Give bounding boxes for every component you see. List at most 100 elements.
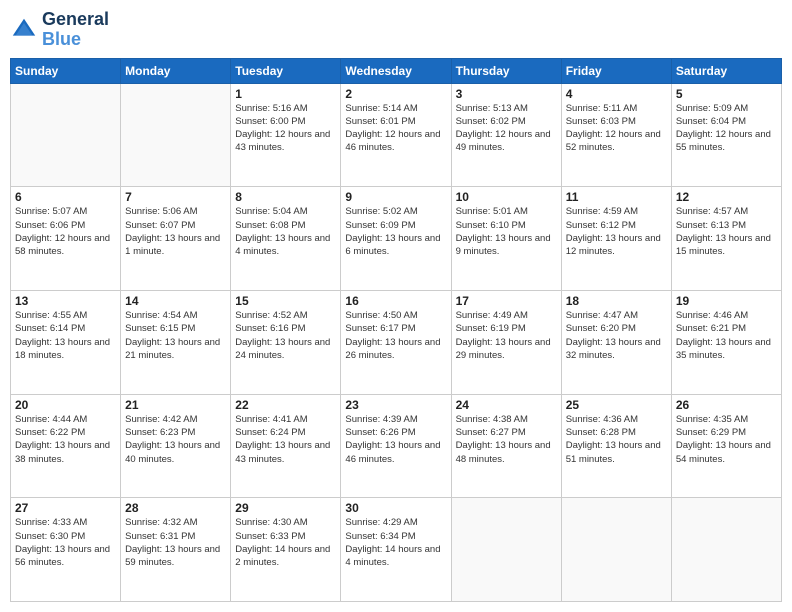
day-number: 15 [235, 294, 336, 308]
day-number: 8 [235, 190, 336, 204]
day-number: 28 [125, 501, 226, 515]
day-of-week-header: Wednesday [341, 58, 451, 83]
calendar-day-cell: 7Sunrise: 5:06 AM Sunset: 6:07 PM Daylig… [121, 187, 231, 291]
day-number: 4 [566, 87, 667, 101]
calendar-week-row: 1Sunrise: 5:16 AM Sunset: 6:00 PM Daylig… [11, 83, 782, 187]
day-of-week-header: Friday [561, 58, 671, 83]
day-info: Sunrise: 4:57 AM Sunset: 6:13 PM Dayligh… [676, 205, 777, 258]
calendar-day-cell: 29Sunrise: 4:30 AM Sunset: 6:33 PM Dayli… [231, 498, 341, 602]
day-number: 29 [235, 501, 336, 515]
day-of-week-header: Tuesday [231, 58, 341, 83]
day-number: 19 [676, 294, 777, 308]
calendar-day-cell: 19Sunrise: 4:46 AM Sunset: 6:21 PM Dayli… [671, 290, 781, 394]
day-number: 5 [676, 87, 777, 101]
calendar-day-cell: 12Sunrise: 4:57 AM Sunset: 6:13 PM Dayli… [671, 187, 781, 291]
day-number: 23 [345, 398, 446, 412]
day-number: 2 [345, 87, 446, 101]
day-number: 21 [125, 398, 226, 412]
calendar-day-cell: 30Sunrise: 4:29 AM Sunset: 6:34 PM Dayli… [341, 498, 451, 602]
logo-text: General Blue [42, 10, 109, 50]
day-info: Sunrise: 4:41 AM Sunset: 6:24 PM Dayligh… [235, 413, 336, 466]
calendar-day-cell [451, 498, 561, 602]
logo-icon [10, 16, 38, 44]
day-info: Sunrise: 5:13 AM Sunset: 6:02 PM Dayligh… [456, 102, 557, 155]
day-info: Sunrise: 4:30 AM Sunset: 6:33 PM Dayligh… [235, 516, 336, 569]
calendar-header-row: SundayMondayTuesdayWednesdayThursdayFrid… [11, 58, 782, 83]
day-of-week-header: Monday [121, 58, 231, 83]
calendar-day-cell [11, 83, 121, 187]
calendar-day-cell: 4Sunrise: 5:11 AM Sunset: 6:03 PM Daylig… [561, 83, 671, 187]
day-number: 7 [125, 190, 226, 204]
day-number: 18 [566, 294, 667, 308]
day-info: Sunrise: 4:42 AM Sunset: 6:23 PM Dayligh… [125, 413, 226, 466]
day-of-week-header: Thursday [451, 58, 561, 83]
calendar-day-cell: 10Sunrise: 5:01 AM Sunset: 6:10 PM Dayli… [451, 187, 561, 291]
day-number: 20 [15, 398, 116, 412]
day-info: Sunrise: 4:36 AM Sunset: 6:28 PM Dayligh… [566, 413, 667, 466]
day-number: 24 [456, 398, 557, 412]
day-info: Sunrise: 5:06 AM Sunset: 6:07 PM Dayligh… [125, 205, 226, 258]
calendar-day-cell: 20Sunrise: 4:44 AM Sunset: 6:22 PM Dayli… [11, 394, 121, 498]
day-info: Sunrise: 4:59 AM Sunset: 6:12 PM Dayligh… [566, 205, 667, 258]
day-info: Sunrise: 4:35 AM Sunset: 6:29 PM Dayligh… [676, 413, 777, 466]
day-info: Sunrise: 4:38 AM Sunset: 6:27 PM Dayligh… [456, 413, 557, 466]
calendar-day-cell: 1Sunrise: 5:16 AM Sunset: 6:00 PM Daylig… [231, 83, 341, 187]
day-number: 6 [15, 190, 116, 204]
calendar-day-cell: 9Sunrise: 5:02 AM Sunset: 6:09 PM Daylig… [341, 187, 451, 291]
calendar-day-cell: 24Sunrise: 4:38 AM Sunset: 6:27 PM Dayli… [451, 394, 561, 498]
day-number: 17 [456, 294, 557, 308]
day-info: Sunrise: 4:32 AM Sunset: 6:31 PM Dayligh… [125, 516, 226, 569]
day-info: Sunrise: 4:52 AM Sunset: 6:16 PM Dayligh… [235, 309, 336, 362]
day-number: 14 [125, 294, 226, 308]
calendar-day-cell: 17Sunrise: 4:49 AM Sunset: 6:19 PM Dayli… [451, 290, 561, 394]
calendar-day-cell: 23Sunrise: 4:39 AM Sunset: 6:26 PM Dayli… [341, 394, 451, 498]
day-number: 30 [345, 501, 446, 515]
calendar-week-row: 6Sunrise: 5:07 AM Sunset: 6:06 PM Daylig… [11, 187, 782, 291]
day-info: Sunrise: 4:50 AM Sunset: 6:17 PM Dayligh… [345, 309, 446, 362]
day-info: Sunrise: 4:33 AM Sunset: 6:30 PM Dayligh… [15, 516, 116, 569]
calendar-day-cell: 22Sunrise: 4:41 AM Sunset: 6:24 PM Dayli… [231, 394, 341, 498]
day-info: Sunrise: 5:04 AM Sunset: 6:08 PM Dayligh… [235, 205, 336, 258]
day-number: 12 [676, 190, 777, 204]
calendar-day-cell: 2Sunrise: 5:14 AM Sunset: 6:01 PM Daylig… [341, 83, 451, 187]
day-info: Sunrise: 4:29 AM Sunset: 6:34 PM Dayligh… [345, 516, 446, 569]
day-info: Sunrise: 5:02 AM Sunset: 6:09 PM Dayligh… [345, 205, 446, 258]
day-info: Sunrise: 5:16 AM Sunset: 6:00 PM Dayligh… [235, 102, 336, 155]
day-of-week-header: Saturday [671, 58, 781, 83]
day-number: 9 [345, 190, 446, 204]
day-number: 11 [566, 190, 667, 204]
logo: General Blue [10, 10, 109, 50]
day-info: Sunrise: 4:49 AM Sunset: 6:19 PM Dayligh… [456, 309, 557, 362]
calendar-day-cell: 18Sunrise: 4:47 AM Sunset: 6:20 PM Dayli… [561, 290, 671, 394]
calendar-day-cell: 3Sunrise: 5:13 AM Sunset: 6:02 PM Daylig… [451, 83, 561, 187]
calendar-day-cell [671, 498, 781, 602]
day-info: Sunrise: 5:01 AM Sunset: 6:10 PM Dayligh… [456, 205, 557, 258]
calendar-day-cell: 28Sunrise: 4:32 AM Sunset: 6:31 PM Dayli… [121, 498, 231, 602]
calendar-table: SundayMondayTuesdayWednesdayThursdayFrid… [10, 58, 782, 602]
calendar-day-cell: 21Sunrise: 4:42 AM Sunset: 6:23 PM Dayli… [121, 394, 231, 498]
calendar-day-cell: 27Sunrise: 4:33 AM Sunset: 6:30 PM Dayli… [11, 498, 121, 602]
day-number: 27 [15, 501, 116, 515]
header: General Blue [10, 10, 782, 50]
day-info: Sunrise: 4:46 AM Sunset: 6:21 PM Dayligh… [676, 309, 777, 362]
calendar-day-cell: 16Sunrise: 4:50 AM Sunset: 6:17 PM Dayli… [341, 290, 451, 394]
calendar-day-cell: 15Sunrise: 4:52 AM Sunset: 6:16 PM Dayli… [231, 290, 341, 394]
page: General Blue SundayMondayTuesdayWednesda… [0, 0, 792, 612]
calendar-day-cell: 5Sunrise: 5:09 AM Sunset: 6:04 PM Daylig… [671, 83, 781, 187]
day-number: 16 [345, 294, 446, 308]
day-number: 13 [15, 294, 116, 308]
day-number: 22 [235, 398, 336, 412]
day-info: Sunrise: 4:54 AM Sunset: 6:15 PM Dayligh… [125, 309, 226, 362]
calendar-day-cell: 13Sunrise: 4:55 AM Sunset: 6:14 PM Dayli… [11, 290, 121, 394]
day-info: Sunrise: 5:14 AM Sunset: 6:01 PM Dayligh… [345, 102, 446, 155]
day-info: Sunrise: 5:07 AM Sunset: 6:06 PM Dayligh… [15, 205, 116, 258]
day-info: Sunrise: 4:55 AM Sunset: 6:14 PM Dayligh… [15, 309, 116, 362]
calendar-day-cell [121, 83, 231, 187]
calendar-day-cell: 8Sunrise: 5:04 AM Sunset: 6:08 PM Daylig… [231, 187, 341, 291]
calendar-week-row: 13Sunrise: 4:55 AM Sunset: 6:14 PM Dayli… [11, 290, 782, 394]
calendar-week-row: 27Sunrise: 4:33 AM Sunset: 6:30 PM Dayli… [11, 498, 782, 602]
day-number: 25 [566, 398, 667, 412]
day-number: 10 [456, 190, 557, 204]
calendar-day-cell: 11Sunrise: 4:59 AM Sunset: 6:12 PM Dayli… [561, 187, 671, 291]
day-number: 1 [235, 87, 336, 101]
